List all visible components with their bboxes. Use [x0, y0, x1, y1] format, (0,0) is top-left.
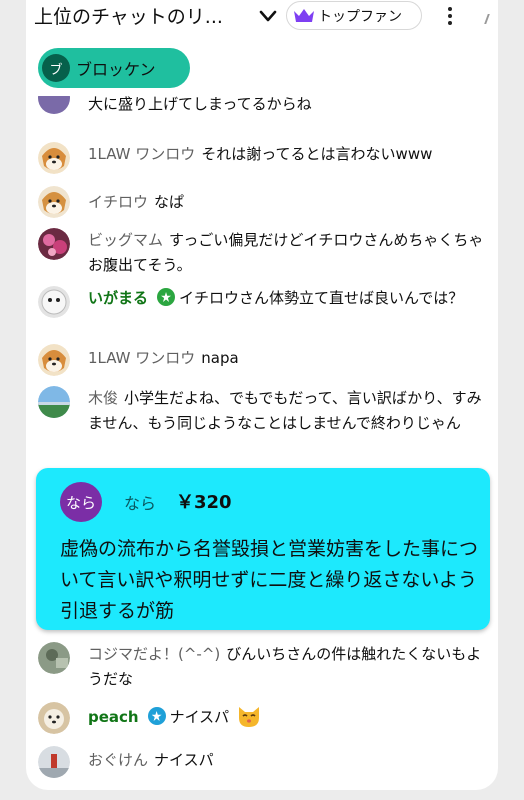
pinned-member-chip[interactable]: ブ ブロッケン: [38, 48, 190, 88]
author-name[interactable]: 木俊: [88, 389, 118, 407]
avatar: [38, 142, 70, 174]
message-text: 小学生だよね、でもでもだって、言い訳ばかり、すみません、もう同じようなことはしま…: [88, 389, 482, 432]
avatar: [38, 642, 70, 674]
super-chat-message[interactable]: なら なら ￥320 虚偽の流布から名誉毀損と営業妨害をした事について言い訳や釈…: [36, 468, 490, 630]
avatar: [38, 344, 70, 376]
message-text: napa: [201, 349, 239, 367]
crown-icon: [294, 8, 314, 22]
message-text: イチロウさん体勢立て直せば良いんでは？: [179, 289, 464, 307]
author-name[interactable]: コジマだよ！(^-^): [88, 645, 220, 663]
avatar: [38, 286, 70, 318]
message-text: それは謝ってるとは言わないwww: [201, 145, 433, 163]
message-text: なぱ: [154, 193, 185, 211]
message-text: ナイスパ: [169, 708, 230, 726]
author-name[interactable]: 1LAW ワンロウ: [88, 349, 195, 367]
top-fan-label: トップファン: [318, 8, 402, 25]
avatar: [38, 96, 70, 114]
pinned-member-name: ブロッケン: [76, 60, 156, 79]
live-chat-panel: 上位のチャットのリ... トップファン ブ ブロッケン 大に盛り上げてしまってる…: [26, 0, 498, 790]
message-text: 大に盛り上げてしまってるからね: [88, 96, 312, 113]
super-chat-text: 虚偽の流布から名誉毀損と営業妨害をした事について言い訳や釈明せずに二度と繰り返さ…: [60, 538, 479, 622]
avatar: なら: [60, 482, 102, 522]
author-name[interactable]: 1LAW ワンロウ: [88, 145, 195, 163]
top-fan-chip[interactable]: トップファン: [286, 1, 422, 30]
close-edge-icon: [484, 14, 494, 24]
super-chat-author[interactable]: なら: [124, 490, 156, 514]
chat-header: 上位のチャットのリ... トップファン: [26, 0, 498, 36]
chat-title: 上位のチャットのリ...: [34, 6, 223, 28]
super-chat-amount: ￥320: [176, 492, 232, 513]
cat-emoji-icon: [238, 707, 259, 727]
avatar: [38, 228, 70, 260]
avatar: ブ: [42, 54, 70, 82]
avatar: [38, 702, 70, 734]
avatar: [38, 386, 70, 418]
author-name[interactable]: イチロウ: [88, 193, 148, 211]
author-name[interactable]: ビッグマム: [88, 231, 163, 249]
chat-message-list[interactable]: 大に盛り上げてしまってるからね 1LAW ワンロウ それは謝ってるとは言わないww…: [26, 96, 498, 790]
author-name[interactable]: おぐけん: [88, 751, 148, 769]
avatar: [38, 186, 70, 218]
author-name[interactable]: いがまる: [88, 289, 148, 307]
chevron-down-icon[interactable]: [258, 6, 278, 26]
author-name[interactable]: peach: [88, 708, 139, 726]
member-badge-icon: [157, 288, 176, 306]
more-options-icon[interactable]: [440, 5, 460, 29]
message-text: ナイスパ: [154, 751, 214, 769]
member-badge-icon: [147, 707, 166, 725]
avatar: [38, 746, 70, 778]
